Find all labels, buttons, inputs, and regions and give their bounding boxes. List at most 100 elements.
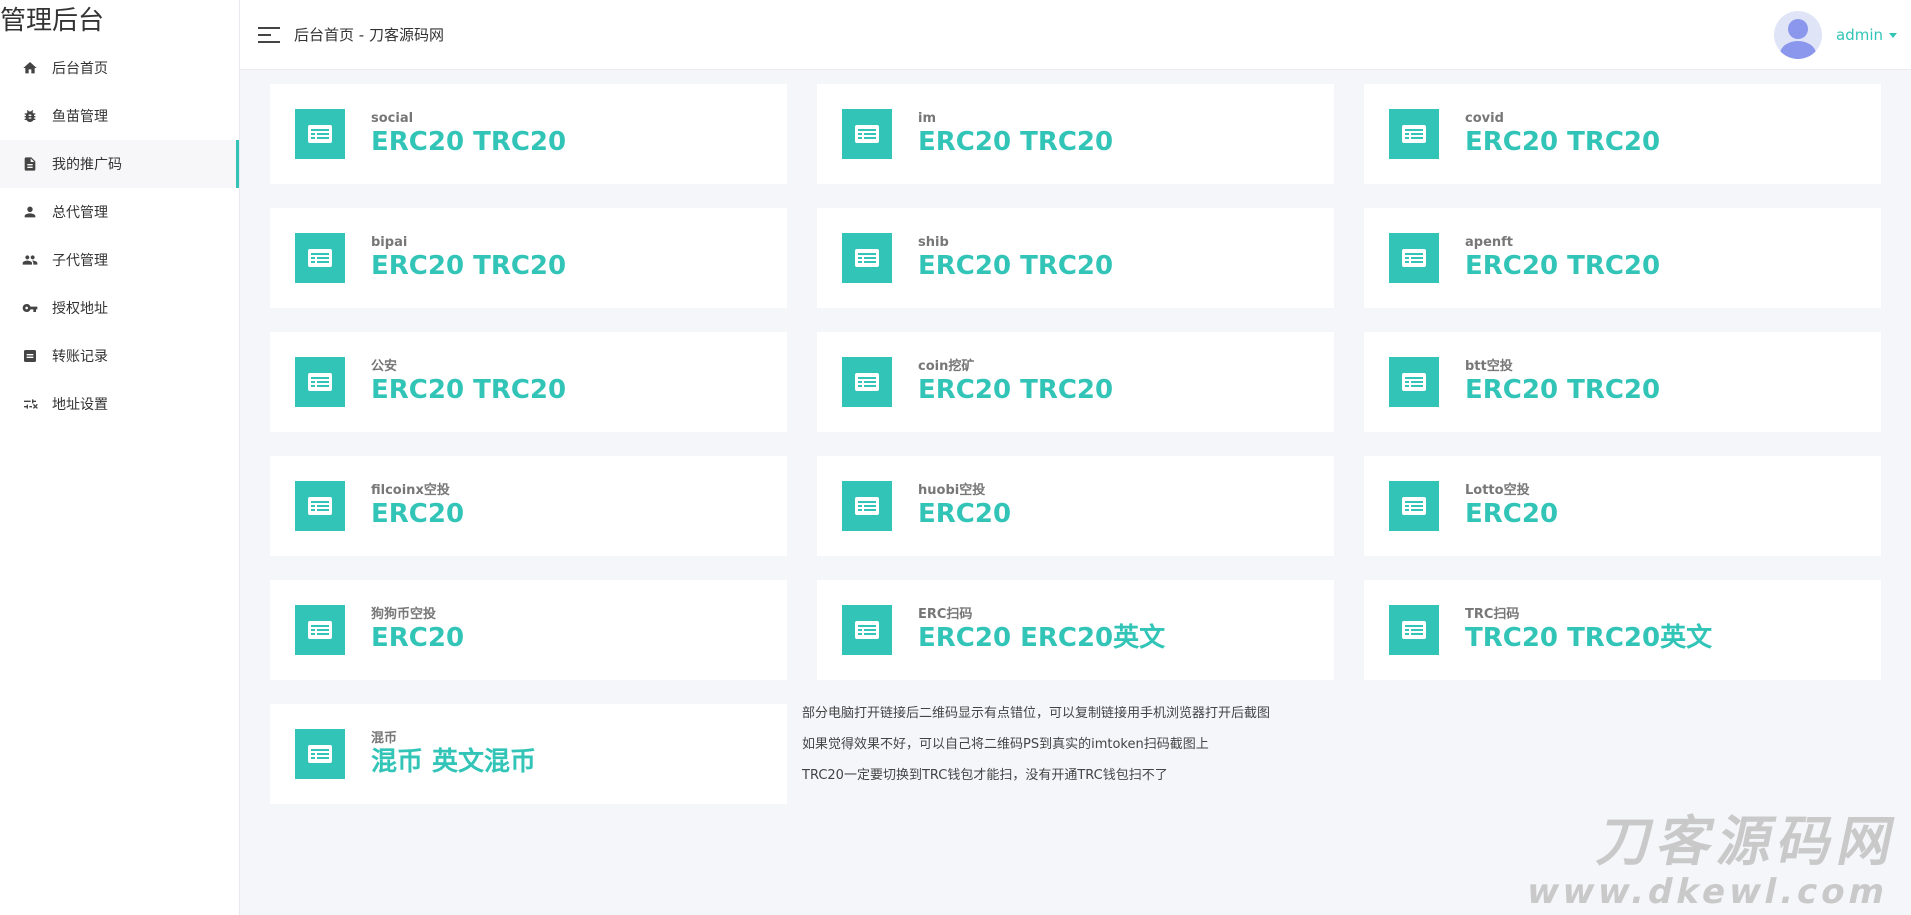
sidebar-item-label: 地址设置	[52, 397, 108, 413]
sidebar-item-label: 子代管理	[52, 253, 108, 269]
card-icon	[1389, 605, 1439, 655]
card-value[interactable]: ERC20 TRC20	[918, 251, 1113, 281]
sidebar-item-promo-code[interactable]: 我的推广码	[0, 140, 239, 188]
card-value[interactable]: ERC20	[371, 499, 464, 529]
watermark-cn: 刀客源码网	[1592, 810, 1906, 873]
card-icon	[295, 481, 345, 531]
promo-card[interactable]: huobi空投 ERC20	[817, 456, 1334, 556]
caret-down-icon[interactable]	[1889, 32, 1897, 38]
card-label: huobi空投	[918, 483, 986, 498]
card-label: Lotto空投	[1465, 483, 1530, 498]
promo-card[interactable]: filcoinx空投 ERC20	[270, 456, 787, 556]
card-label: im	[918, 111, 937, 126]
top-bar: 后台首页 - 刀客源码网 admin	[240, 0, 1911, 70]
card-label: 公安	[371, 359, 398, 374]
card-value[interactable]: ERC20 TRC20	[371, 127, 566, 157]
person-icon	[22, 204, 38, 220]
tune-icon	[22, 396, 38, 412]
card-label: shib	[918, 235, 949, 250]
promo-card[interactable]: apenft ERC20 TRC20	[1364, 208, 1881, 308]
card-value[interactable]: ERC20	[918, 499, 1011, 529]
sidebar-item-label: 转账记录	[52, 349, 108, 365]
user-menu[interactable]: admin	[1774, 11, 1897, 59]
card-label: btt空投	[1465, 359, 1513, 374]
sidebar-item-fish[interactable]: 鱼苗管理	[0, 92, 239, 140]
watermark-en: www.dkewl.com	[1523, 872, 1893, 912]
card-label: ERC扫码	[918, 607, 973, 622]
sidebar-item-general-agent[interactable]: 总代管理	[0, 188, 239, 236]
people-icon	[22, 252, 38, 268]
card-icon	[1389, 109, 1439, 159]
card-icon	[295, 357, 345, 407]
card-value[interactable]: ERC20 TRC20	[918, 375, 1113, 405]
card-label: apenft	[1465, 235, 1514, 250]
card-label: TRC扫码	[1465, 607, 1520, 622]
key-icon	[22, 300, 38, 316]
card-value[interactable]: ERC20	[371, 623, 464, 653]
card-icon	[842, 233, 892, 283]
promo-card[interactable]: coin挖矿 ERC20 TRC20	[817, 332, 1334, 432]
card-label: 混币	[371, 731, 398, 746]
card-label: filcoinx空投	[371, 483, 450, 498]
note-line: TRC20一定要切换到TRC钱包才能扫，没有开通TRC钱包扫不了	[802, 768, 1168, 783]
sidebar-item-dashboard[interactable]: 后台首页	[0, 44, 239, 92]
promo-card[interactable]: 狗狗币空投 ERC20	[270, 580, 787, 680]
card-icon	[295, 233, 345, 283]
card-value[interactable]: ERC20 TRC20	[371, 251, 566, 281]
menu-toggle-icon[interactable]	[258, 26, 280, 43]
card-label: social	[371, 111, 414, 126]
card-icon	[295, 605, 345, 655]
promo-card[interactable]: btt空投 ERC20 TRC20	[1364, 332, 1881, 432]
card-icon	[295, 729, 345, 779]
card-icon	[295, 109, 345, 159]
user-name[interactable]: admin	[1836, 26, 1883, 44]
promo-card[interactable]: bipai ERC20 TRC20	[270, 208, 787, 308]
card-value[interactable]: ERC20 TRC20	[1465, 375, 1660, 405]
list-icon	[22, 348, 38, 364]
card-label: covid	[1465, 111, 1504, 126]
promo-card[interactable]: 混币 混币 英文混币	[270, 704, 787, 804]
card-value[interactable]: ERC20	[1465, 499, 1558, 529]
card-icon	[842, 109, 892, 159]
card-icon	[1389, 233, 1439, 283]
promo-card[interactable]: shib ERC20 TRC20	[817, 208, 1334, 308]
brand-title: 管理后台	[0, 6, 105, 36]
sidebar-item-label: 总代管理	[52, 205, 108, 221]
card-icon	[842, 605, 892, 655]
avatar[interactable]	[1774, 11, 1822, 59]
promo-card[interactable]: social ERC20 TRC20	[270, 84, 787, 184]
card-label: 狗狗币空投	[371, 607, 437, 622]
promo-card[interactable]: Lotto空投 ERC20	[1364, 456, 1881, 556]
card-label: coin挖矿	[918, 359, 975, 374]
sidebar-nav: 后台首页 鱼苗管理 我的推广码 总代管理 子代管理 授权地址 转账记录 地址设置	[0, 44, 239, 428]
sidebar-item-transfer-records[interactable]: 转账记录	[0, 332, 239, 380]
card-value[interactable]: ERC20 TRC20	[371, 375, 566, 405]
notes: 部分电脑打开链接后二维码显示有点错位，可以复制链接用手机浏览器打开后截图 如果觉…	[802, 704, 1270, 797]
sidebar: 管理后台 后台首页 鱼苗管理 我的推广码 总代管理 子代管理 授权地址 转账记录…	[0, 0, 240, 915]
promo-card[interactable]: covid ERC20 TRC20	[1364, 84, 1881, 184]
sidebar-item-sub-agent[interactable]: 子代管理	[0, 236, 239, 284]
card-icon	[1389, 481, 1439, 531]
note-line: 如果觉得效果不好，可以自己将二维码PS到真实的imtoken扫码截图上	[802, 737, 1209, 752]
card-value[interactable]: ERC20 TRC20	[1465, 251, 1660, 281]
sidebar-item-label: 后台首页	[52, 61, 108, 77]
promo-card[interactable]: im ERC20 TRC20	[817, 84, 1334, 184]
promo-card[interactable]: 公安 ERC20 TRC20	[270, 332, 787, 432]
card-icon	[842, 481, 892, 531]
card-label: bipai	[371, 235, 408, 250]
sidebar-item-label: 鱼苗管理	[52, 109, 108, 125]
card-value[interactable]: ERC20 ERC20英文	[918, 623, 1165, 653]
card-value[interactable]: ERC20 TRC20	[918, 127, 1113, 157]
card-value[interactable]: 混币 英文混币	[371, 747, 536, 777]
sidebar-item-auth-address[interactable]: 授权地址	[0, 284, 239, 332]
card-icon	[1389, 357, 1439, 407]
bug-icon	[22, 108, 38, 124]
promo-card[interactable]: TRC扫码 TRC20 TRC20英文	[1364, 580, 1881, 680]
sidebar-item-label: 我的推广码	[52, 157, 122, 173]
card-value[interactable]: ERC20 TRC20	[1465, 127, 1660, 157]
sidebar-item-address-settings[interactable]: 地址设置	[0, 380, 239, 428]
home-icon	[22, 60, 38, 76]
card-value[interactable]: TRC20 TRC20英文	[1465, 623, 1712, 653]
promo-card[interactable]: ERC扫码 ERC20 ERC20英文	[817, 580, 1334, 680]
breadcrumb: 后台首页 - 刀客源码网	[294, 26, 444, 44]
